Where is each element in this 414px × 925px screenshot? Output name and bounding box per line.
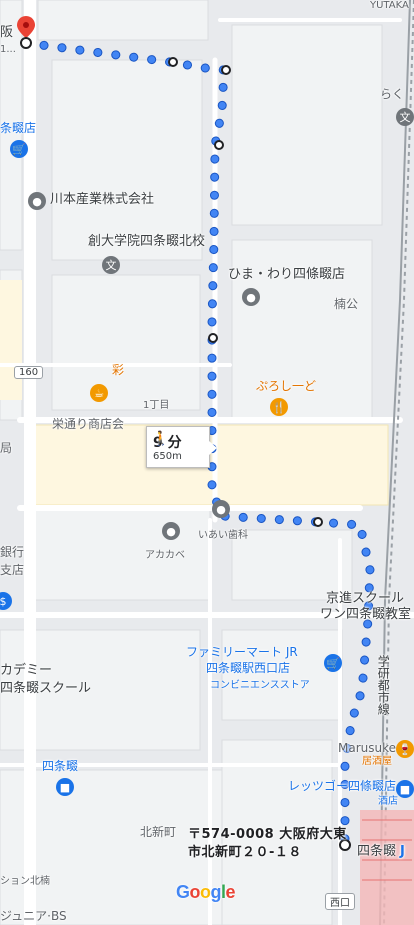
destination-line-1: 〒574-0008 大阪府大東: [188, 827, 347, 842]
label-eidori: 栄通り商店会: [52, 417, 125, 431]
start-sublabel: 1...: [0, 44, 16, 55]
label-itchome: 1丁目: [143, 400, 170, 411]
label-kyoku: 局: [0, 441, 13, 455]
start-label: 阪: [0, 25, 14, 40]
walking-person-icon: 🚶: [152, 431, 170, 447]
label-raku: らく: [380, 87, 405, 101]
label-kusunokiko: 楠公: [334, 297, 359, 311]
label-junior: ジュニア·BS: [0, 909, 67, 923]
place-pin-icon[interactable]: ●: [28, 192, 46, 210]
jr-label: J: [400, 844, 405, 859]
place-pin-icon-himawari[interactable]: ●: [242, 288, 260, 306]
walk-distance: 650m: [153, 451, 182, 462]
label-north: ション北楠: [0, 876, 50, 887]
label-iai: いあい歯科: [198, 530, 248, 541]
top-right-label: YUTAKA: [370, 0, 409, 11]
label-himawari: ひま・わり四條畷店: [228, 267, 346, 282]
map-canvas[interactable]: 阪 1... YUTAKA らく 条畷店 🛒 ● 川本産業株式会社 創大学院四条…: [0, 0, 414, 925]
label-sodai: 創大学院四条畷北校: [88, 234, 206, 249]
liquor-store-icon[interactable]: ■: [396, 780, 414, 798]
restaurant-icon[interactable]: 🍴: [270, 398, 288, 416]
label-shiten: 支店: [0, 563, 25, 577]
shopping-cart-icon[interactable]: 🛒: [10, 140, 28, 158]
label-aya: 彩: [112, 363, 125, 377]
school-icon-right[interactable]: 文: [396, 108, 414, 126]
convenience-store-icon[interactable]: 🛒: [324, 654, 342, 672]
label-ginko: 銀行: [0, 545, 25, 559]
label-academy-1: カデミー: [0, 663, 53, 678]
label-academy-2: 四条畷スクール: [0, 681, 92, 696]
google-logo: Google: [176, 882, 236, 902]
label-shijonawate-small: 四条畷: [42, 759, 79, 773]
label-izakaya: 居酒屋: [362, 756, 392, 767]
label-kitashinmachi: 北新町: [140, 825, 177, 839]
school-icon[interactable]: 文: [102, 256, 120, 274]
label-marusuke: Marusuke: [338, 741, 397, 755]
route-number-badge: 160: [14, 366, 44, 379]
label-purosido: ぷろし一ど: [256, 379, 317, 393]
destination-line-2: 市北新町２０-１８: [188, 845, 302, 860]
dental-pin-icon[interactable]: ●: [212, 500, 230, 518]
label-kyoshin-2: ワン四条畷教室: [320, 607, 412, 622]
label-shijonawate-station: 四条畷: [357, 844, 397, 859]
label-akakabe: アカカベ: [145, 550, 185, 561]
izakaya-icon[interactable]: 🍷: [396, 740, 414, 758]
label-gakken-line: 学研都市線: [376, 655, 391, 715]
label-famima-1: ファミリーマート JR: [186, 645, 298, 659]
exit-west-badge: 西口: [325, 893, 355, 910]
label-famima-2: 四条畷駅西口店: [206, 661, 291, 675]
walk-box-tail: [209, 441, 217, 455]
shopping-bag-icon[interactable]: ■: [56, 778, 74, 796]
cafe-icon[interactable]: ☕: [90, 384, 108, 402]
label-shijonawate-store: 条畷店: [0, 121, 37, 135]
label-letsgo: レッツゴー四條畷店: [288, 779, 397, 793]
pharmacy-pin-icon[interactable]: ●: [162, 522, 180, 540]
label-kawamoto: 川本産業株式会社: [50, 192, 155, 207]
label-kyoshin-1: 京進スクール: [326, 591, 405, 606]
label-sakaya: 酒店: [378, 796, 398, 807]
label-conbini: コンビニエンスストア: [210, 680, 310, 691]
